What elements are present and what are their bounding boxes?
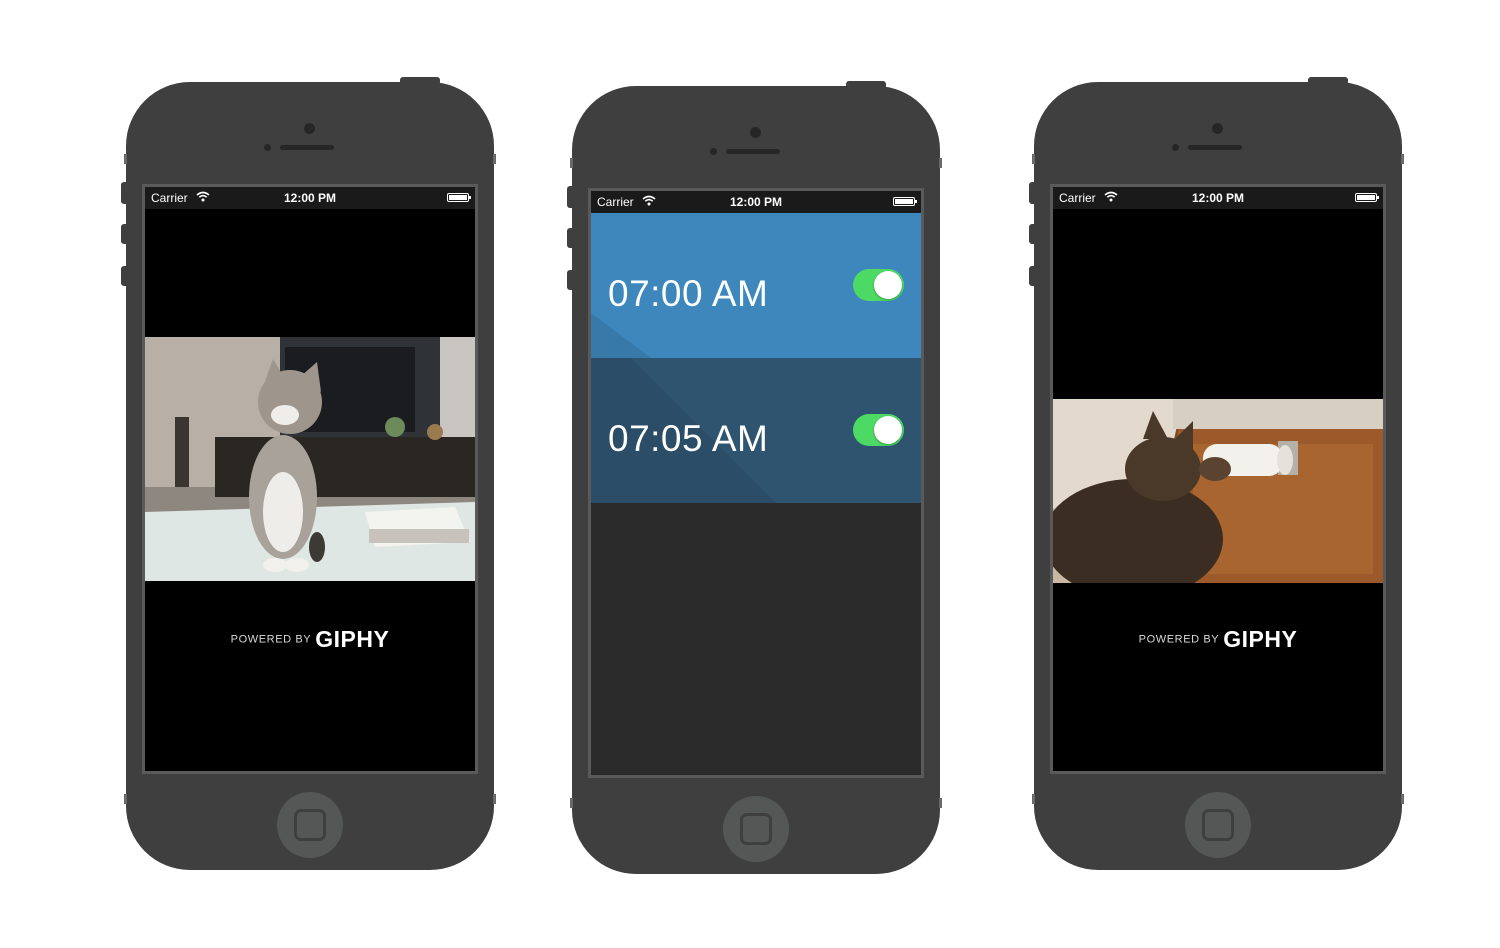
home-button[interactable] <box>277 792 343 858</box>
status-bar: Carrier 12:00 PM <box>591 191 921 213</box>
sensor-dot <box>710 148 717 155</box>
phone-right: Carrier 12:00 PM POWERED BY GIPHY <box>1029 77 1404 870</box>
volume-down-button[interactable] <box>121 266 129 286</box>
volume-up-button[interactable] <box>567 228 575 248</box>
status-bar: Carrier 12:00 PM <box>145 187 475 209</box>
power-button[interactable] <box>400 77 440 85</box>
powered-by-label: POWERED BY <box>1138 633 1220 646</box>
mute-switch[interactable] <box>567 186 575 208</box>
status-time: 12:00 PM <box>729 195 783 209</box>
volume-down-button[interactable] <box>567 270 575 290</box>
camera-icon <box>1212 123 1223 134</box>
home-button-icon <box>1202 809 1234 841</box>
alarm-toggle[interactable] <box>853 414 904 446</box>
status-bar: Carrier 12:00 PM <box>1053 187 1383 209</box>
earpiece-speaker <box>1188 145 1242 150</box>
alarm-list: 07:00 AM 07:05 AM <box>591 213 921 775</box>
giphy-logo: GIPHY <box>315 626 390 652</box>
battery-icon <box>447 193 471 202</box>
volume-up-button[interactable] <box>121 224 129 244</box>
alarm-toggle[interactable] <box>853 269 904 301</box>
volume-down-button[interactable] <box>1029 266 1037 286</box>
alarm-time: 07:00 AM <box>608 273 769 314</box>
home-button[interactable] <box>723 796 789 862</box>
giphy-attribution: POWERED BY GIPHY <box>145 626 475 653</box>
home-button[interactable] <box>1185 792 1251 858</box>
giphy-attribution: POWERED BY GIPHY <box>1053 626 1383 653</box>
battery-icon <box>893 197 917 206</box>
alarm-row-2[interactable]: 07:05 AM <box>591 358 921 503</box>
phone-left: Carrier 12:00 PM POWERED BY GIPHY <box>121 77 496 870</box>
power-button[interactable] <box>1308 77 1348 85</box>
camera-icon <box>304 123 315 134</box>
phone-screen: Carrier 12:00 PM 07:00 AM 07:05 AM <box>591 191 921 775</box>
giphy-logo: GIPHY <box>1223 626 1298 652</box>
sensor-dot <box>1172 144 1179 151</box>
status-time: 12:00 PM <box>283 191 337 205</box>
toggle-knob <box>874 271 902 299</box>
alarm-time: 07:05 AM <box>608 418 769 459</box>
sensor-dot <box>264 144 271 151</box>
powered-by-label: POWERED BY <box>230 633 312 646</box>
cat-toilet-paper-gif-image <box>1053 399 1383 583</box>
status-time: 12:00 PM <box>1191 191 1245 205</box>
battery-icon <box>1355 193 1379 202</box>
cat-gif-image <box>145 337 475 581</box>
home-button-icon <box>294 809 326 841</box>
phone-screen: Carrier 12:00 PM POWERED BY GIPHY <box>1053 187 1383 771</box>
home-button-icon <box>740 813 772 845</box>
earpiece-speaker <box>280 145 334 150</box>
toggle-knob <box>874 416 902 444</box>
earpiece-speaker <box>726 149 780 154</box>
camera-icon <box>750 127 761 138</box>
phone-screen: Carrier 12:00 PM POWERED BY GIPHY <box>145 187 475 771</box>
mute-switch[interactable] <box>121 182 129 204</box>
volume-up-button[interactable] <box>1029 224 1037 244</box>
alarm-row-1[interactable]: 07:00 AM <box>591 213 921 358</box>
power-button[interactable] <box>846 81 886 89</box>
phone-middle: Carrier 12:00 PM 07:00 AM 07:05 AM <box>567 81 942 874</box>
mute-switch[interactable] <box>1029 182 1037 204</box>
